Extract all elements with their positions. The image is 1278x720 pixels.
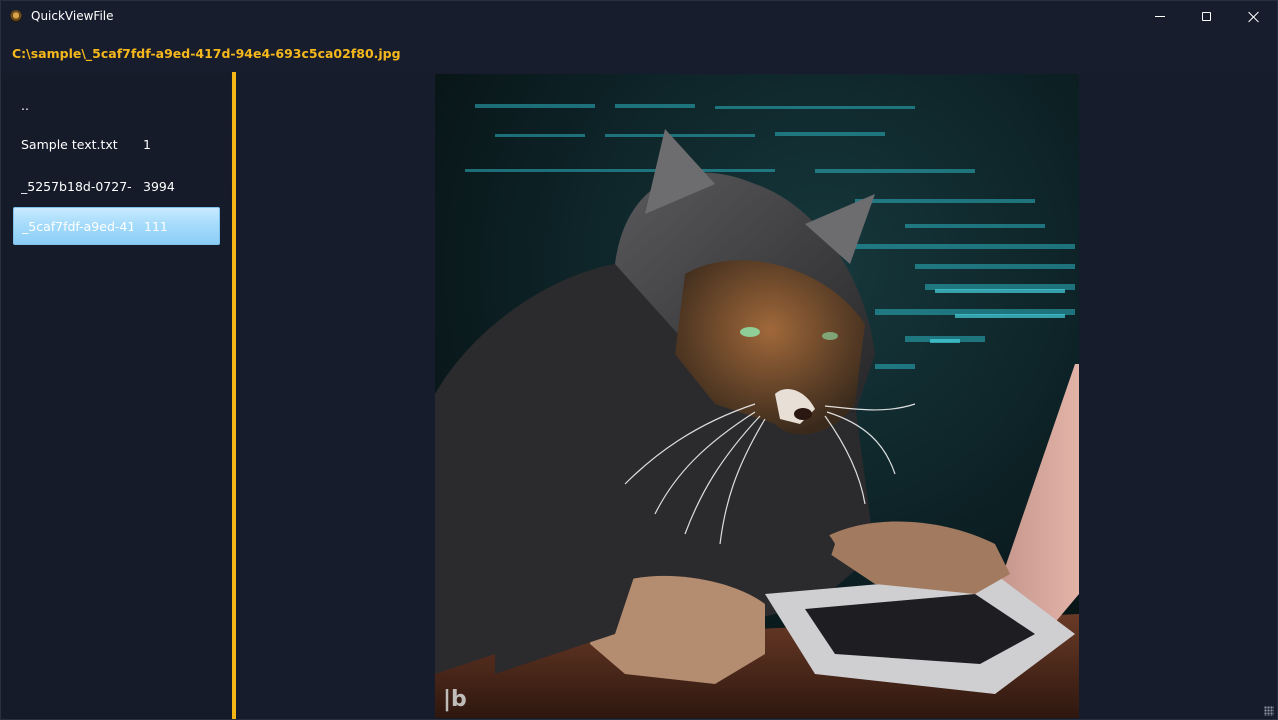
file-name: .. — [21, 98, 29, 113]
minimize-button[interactable] — [1137, 1, 1183, 32]
close-button[interactable] — [1231, 1, 1277, 32]
file-list[interactable]: .. Sample text.txt 1 _5257b18d-0727-4 39… — [1, 73, 231, 719]
file-name: _5257b18d-0727-4 — [21, 179, 132, 194]
hacker-cat-image: |b — [435, 74, 1079, 718]
svg-text:|b: |b — [443, 687, 467, 712]
panel-splitter[interactable] — [232, 72, 236, 719]
list-item-selected[interactable]: _5caf7fdf-a9ed-417 111 — [13, 207, 220, 245]
image-preview: |b — [435, 74, 1079, 718]
resize-grip-icon[interactable] — [1264, 706, 1274, 716]
file-name: Sample text.txt — [21, 137, 118, 152]
file-size: 1 — [143, 137, 151, 152]
minimize-icon — [1155, 16, 1165, 17]
file-name: _5caf7fdf-a9ed-417 — [22, 219, 133, 234]
window-title: QuickViewFile — [31, 9, 114, 23]
current-path: C:\sample\_5caf7fdf-a9ed-417d-94e4-693c5… — [12, 46, 401, 61]
list-item[interactable]: Sample text.txt 1 — [13, 126, 220, 164]
app-window: QuickViewFile C:\sample\_5caf7fdf-a9ed-4… — [0, 0, 1278, 720]
file-size: 111 — [144, 219, 168, 234]
close-icon — [1248, 11, 1260, 23]
file-size: 3994 — [143, 179, 175, 194]
title-bar[interactable]: QuickViewFile — [1, 1, 1277, 32]
preview-pane: |b — [237, 73, 1277, 719]
list-item-parent-dir[interactable]: .. — [13, 87, 220, 125]
app-icon — [10, 10, 22, 22]
maximize-button[interactable] — [1183, 1, 1229, 32]
list-item[interactable]: _5257b18d-0727-4 3994 — [13, 168, 220, 206]
maximize-icon — [1201, 12, 1211, 21]
